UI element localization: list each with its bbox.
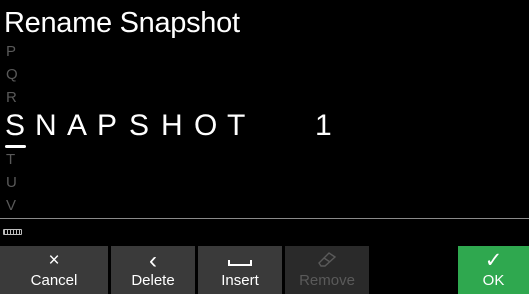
cancel-label: Cancel bbox=[30, 271, 78, 289]
cancel-button[interactable]: × Cancel bbox=[0, 246, 108, 294]
name-character[interactable]: 1 bbox=[315, 110, 332, 142]
name-character[interactable]: S bbox=[129, 110, 149, 142]
char-option-below[interactable]: V bbox=[6, 198, 16, 213]
delete-button[interactable]: ‹ Delete bbox=[111, 246, 195, 294]
name-character[interactable]: H bbox=[161, 110, 183, 142]
remove-label: Remove bbox=[299, 271, 355, 289]
char-option-below[interactable]: T bbox=[6, 152, 15, 167]
chevron-left-icon: ‹ bbox=[149, 246, 157, 274]
keyboard-icon bbox=[3, 229, 22, 235]
divider bbox=[0, 218, 529, 219]
text-cursor bbox=[5, 145, 26, 148]
ok-button[interactable]: ✓ OK bbox=[458, 246, 529, 294]
name-character[interactable]: A bbox=[67, 110, 87, 142]
insert-label: Insert bbox=[221, 271, 259, 289]
char-option-above[interactable]: P bbox=[6, 44, 16, 59]
name-character[interactable]: O bbox=[194, 110, 217, 142]
remove-button[interactable]: Remove bbox=[285, 246, 369, 294]
char-option-below[interactable]: U bbox=[6, 175, 17, 190]
character-picker[interactable]: P Q R S T U V bbox=[0, 0, 30, 215]
name-character[interactable]: T bbox=[227, 110, 245, 142]
char-option-above[interactable]: R bbox=[6, 90, 17, 105]
char-option-above[interactable]: Q bbox=[6, 67, 18, 82]
space-bar-icon bbox=[228, 259, 252, 266]
page-title: Rename Snapshot bbox=[4, 7, 240, 39]
name-character[interactable]: N bbox=[35, 110, 57, 142]
insert-button[interactable]: Insert bbox=[198, 246, 282, 294]
eraser-icon bbox=[316, 251, 338, 272]
close-icon: × bbox=[48, 249, 60, 271]
name-character[interactable]: P bbox=[97, 110, 117, 142]
delete-label: Delete bbox=[131, 271, 175, 289]
selected-character[interactable]: S bbox=[5, 110, 25, 142]
checkmark-icon: ✓ bbox=[484, 248, 503, 272]
ok-label: OK bbox=[482, 271, 505, 289]
